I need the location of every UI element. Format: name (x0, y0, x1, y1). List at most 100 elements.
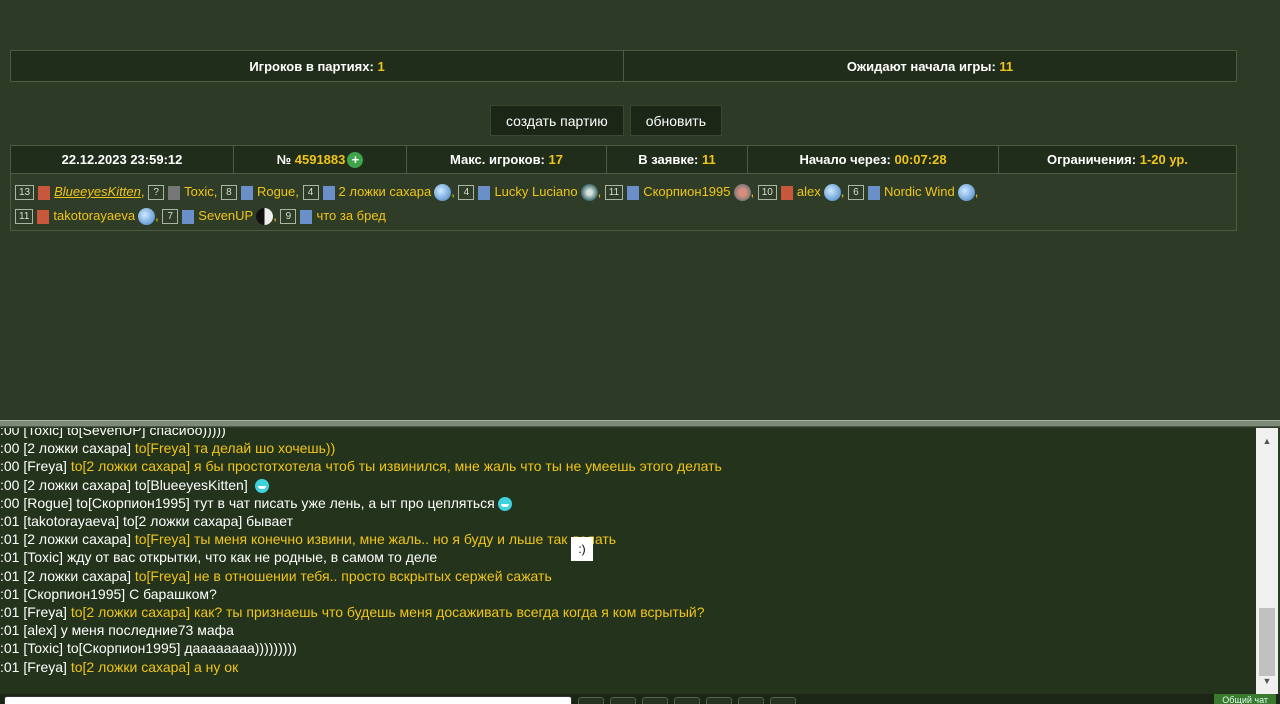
create-game-button[interactable]: создать партию (490, 105, 624, 136)
join-plus-icon[interactable]: + (347, 151, 364, 168)
panel-divider[interactable] (0, 420, 1280, 427)
chat-input[interactable] (4, 696, 572, 704)
chat-sender[interactable]: [2 ложки сахара] (23, 477, 135, 493)
chat-sender[interactable]: [Скорпион1995] (23, 586, 129, 602)
chat-recipient[interactable]: to[Freya] (135, 568, 194, 584)
player-name[interactable]: Toxic (184, 184, 214, 199)
player-name[interactable]: Скорпион1995 (643, 184, 730, 199)
player-icon (300, 209, 313, 224)
chat-sender[interactable]: [alex] (23, 622, 60, 638)
player-level: 13 (15, 185, 35, 201)
game-header: 22.12.2023 23:59:12 № 4591883 + Макс. иг… (10, 145, 1237, 174)
player-entry[interactable]: 8 Rogue (220, 184, 295, 201)
player-name[interactable]: takotorayaeva (53, 208, 135, 223)
chat-recipient[interactable]: to[2 ложки сахара] (71, 604, 194, 620)
chat-text: С барашком? (129, 585, 217, 602)
chat-sender[interactable]: [Freya] (23, 659, 70, 675)
chat-message: :01 [2 ложки сахара] to[Freya] не в отно… (0, 567, 1256, 585)
game-number: № 4591883 + (233, 146, 406, 173)
player-icon (240, 185, 253, 200)
player-name[interactable]: alex (797, 184, 821, 199)
player-level: 7 (162, 209, 179, 225)
chat-message: :00 [Freya] to[2 ложки сахара] я бы прос… (0, 457, 1256, 475)
chat-message: :01 [Freya] to[2 ложки сахара] как? ты п… (0, 603, 1256, 621)
in-request: В заявке: 11 (606, 146, 747, 173)
smiley-button-7[interactable] (770, 697, 796, 704)
smile-icon (497, 497, 512, 512)
chat-message: :00 [2 ложки сахара] to[BlueeyesKitten] (0, 476, 1256, 494)
player-name[interactable]: Rogue (257, 184, 295, 199)
player-icon (37, 209, 50, 224)
chat-recipient[interactable]: to[2 ложки сахара] (71, 458, 194, 474)
player-entry[interactable]: 11 takotorayaeva (15, 208, 156, 226)
player-name[interactable]: что за бред (316, 208, 385, 223)
chat-recipient[interactable]: to[SevenUP] (67, 428, 150, 438)
player-entry[interactable]: 10 alex (757, 184, 841, 202)
separator: , (140, 184, 149, 199)
player-entry[interactable]: 6 Nordic Wind (847, 184, 975, 202)
player-name[interactable]: SevenUP (198, 208, 253, 223)
chat-text: тут в чат писать уже лень, а ыт про цепл… (193, 494, 495, 511)
scroll-thumb[interactable] (1259, 608, 1275, 676)
player-name[interactable]: Nordic Wind (884, 184, 955, 199)
chat-sender[interactable]: [2 ложки сахара] (23, 440, 135, 456)
player-icon (780, 185, 793, 200)
chat-time: :01 (0, 622, 24, 639)
chat-sender[interactable]: [Toxic] (23, 428, 67, 438)
chat-message: :00 [2 ложки сахара] to[Freya] та делай … (0, 439, 1256, 457)
scroll-up-icon[interactable]: ▲ (1256, 432, 1278, 450)
chat-recipient[interactable]: to[Скорпион1995] (67, 640, 184, 656)
chat-recipient[interactable]: to[Freya] (135, 440, 194, 456)
player-entry[interactable]: ? Toxic (148, 184, 214, 201)
smiley-button-3[interactable] (642, 697, 668, 704)
chat-sender[interactable]: [Toxic] (23, 640, 67, 656)
chat-recipient[interactable]: to[2 ложки сахара] (71, 659, 194, 675)
chat-text: та делай шо хочешь)) (194, 440, 336, 457)
player-name[interactable]: BlueeyesKitten (54, 184, 141, 199)
chat-input-bar: Общий чат (0, 694, 1280, 704)
globe-badge-icon (957, 184, 975, 202)
chat-sender[interactable]: [Rogue] (23, 495, 76, 511)
player-entry[interactable]: 11 Скорпион1995 (604, 184, 751, 202)
globe-badge-icon (138, 208, 156, 226)
refresh-button[interactable]: обновить (629, 105, 723, 136)
player-level: 11 (604, 185, 624, 201)
player-name[interactable]: Lucky Luciano (494, 184, 577, 199)
cross-badge-icon (733, 184, 751, 202)
player-icon (182, 209, 195, 224)
chat-sender[interactable]: [takotorayaeva] (23, 513, 123, 529)
smiley-button-6[interactable] (738, 697, 764, 704)
chat-sender[interactable]: [2 ложки сахара] (23, 568, 135, 584)
chat-sender[interactable]: [2 ложки сахара] (23, 531, 135, 547)
chat-recipient[interactable]: to[Скорпион1995] (76, 495, 193, 511)
player-entry[interactable]: 7 SevenUP (162, 208, 274, 226)
chat-time: :01 (0, 567, 24, 584)
player-entry[interactable]: 13 BlueeyesKitten (15, 184, 141, 201)
scroll-down-icon[interactable]: ▼ (1256, 672, 1278, 690)
player-entry[interactable]: 9 что за бред (280, 208, 386, 225)
chat-sender[interactable]: [Toxic] (23, 549, 67, 565)
chat-scrollbar[interactable]: ▲ ▼ (1256, 428, 1278, 694)
chat-recipient[interactable]: to[BlueeyesKitten] (135, 477, 252, 493)
chat-tab-general[interactable]: Общий чат (1214, 694, 1276, 704)
chat-time: :01 (0, 604, 24, 621)
chat-text: жду от вас открытки, что как не родные, … (66, 549, 438, 566)
smiley-button-5[interactable] (706, 697, 732, 704)
chat-recipient[interactable]: to[2 ложки сахара] (123, 513, 246, 529)
chat-log: :00 [Toxic] to[SevenUP] спасибо))))):00 … (0, 428, 1256, 694)
player-level: 8 (220, 185, 237, 201)
player-entry[interactable]: 4 Lucky Luciano (458, 184, 598, 202)
player-name[interactable]: 2 ложки сахара (339, 184, 432, 199)
smiley-button-1[interactable] (578, 697, 604, 704)
chat-time: :01 (0, 549, 24, 566)
player-entry[interactable]: 4 2 ложки сахара (302, 184, 452, 202)
smiley-button-4[interactable] (674, 697, 700, 704)
chat-text: я бы простотхотела чтоб ты извинился, мн… (194, 458, 722, 475)
chat-sender[interactable]: [Freya] (23, 458, 70, 474)
start-timer: Начало через: 00:07:28 (747, 146, 998, 173)
chat-sender[interactable]: [Freya] (23, 604, 70, 620)
smiley-button-2[interactable] (610, 697, 636, 704)
player-icon (627, 185, 640, 200)
star-badge-icon (580, 184, 598, 202)
chat-recipient[interactable]: to[Freya] (135, 531, 194, 547)
